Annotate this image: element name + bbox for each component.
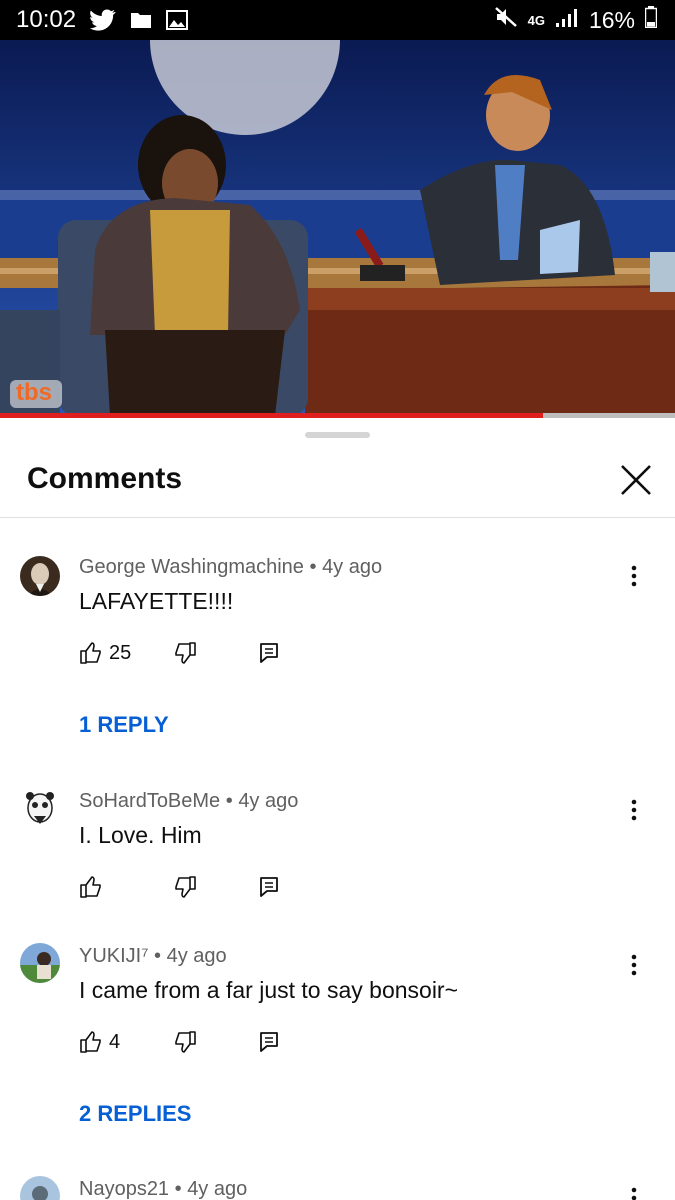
more-options-button[interactable] <box>620 945 648 985</box>
like-count: 4 <box>109 1030 121 1053</box>
more-vert-icon <box>631 565 637 587</box>
comment-author[interactable]: Nayops21 <box>79 1178 169 1200</box>
comment-author[interactable]: SoHardToBeMe <box>79 790 220 812</box>
status-bar: 10:02 4G 16% <box>0 0 675 40</box>
close-icon <box>621 465 651 495</box>
channel-logo-text: tbs <box>16 379 52 406</box>
thumbs-down-icon <box>175 876 196 898</box>
comments-sheet: Comments George Washingmachine • 4y ago … <box>0 418 675 1200</box>
meta-separator: • <box>174 1178 188 1200</box>
comment-age: 4y ago <box>187 1178 248 1200</box>
thumbs-down-icon <box>175 1031 196 1053</box>
video-frame <box>0 40 675 416</box>
video-player[interactable]: tbs <box>0 40 675 416</box>
meta-separator: • <box>154 945 167 967</box>
reply-button[interactable] <box>259 1031 279 1053</box>
dislike-button[interactable] <box>173 1030 259 1054</box>
avatar[interactable] <box>20 788 60 828</box>
dislike-button[interactable] <box>173 875 259 899</box>
reply-button[interactable] <box>259 876 279 898</box>
comment-author[interactable]: YUKIJI⁷ <box>79 945 148 967</box>
more-options-button[interactable] <box>620 1178 648 1200</box>
mute-icon <box>494 6 518 34</box>
drag-handle[interactable] <box>305 432 370 438</box>
comment-text: LAFAYETTE!!!! <box>79 588 234 614</box>
like-button[interactable]: 25 <box>79 641 173 665</box>
comments-header: Comments <box>0 448 675 518</box>
twitter-icon <box>90 9 116 31</box>
comment-author[interactable]: George Washingmachine <box>79 556 304 578</box>
avatar[interactable] <box>20 1176 60 1200</box>
view-replies-button[interactable]: 2 REPLIES <box>79 1101 191 1127</box>
avatar[interactable] <box>20 556 60 596</box>
meta-separator: • <box>309 556 323 578</box>
status-time: 10:02 <box>16 6 77 33</box>
comment-age: 4y ago <box>166 945 227 967</box>
thumbs-up-icon <box>80 642 101 664</box>
like-button[interactable]: 4 <box>79 1030 173 1054</box>
comment-actions: 4 <box>79 1027 279 1057</box>
like-button[interactable] <box>79 875 173 899</box>
more-options-button[interactable] <box>620 790 648 830</box>
reply-icon <box>260 1032 278 1052</box>
close-button[interactable] <box>614 458 658 502</box>
view-replies-button[interactable]: 1 REPLY <box>79 712 169 738</box>
thumbs-down-icon <box>175 642 196 664</box>
avatar[interactable] <box>20 943 60 983</box>
comment-text: I came from a far just to say bonsoir~ <box>79 977 459 1003</box>
more-vert-icon <box>631 1187 637 1200</box>
comment-meta: Nayops21 • 4y ago <box>79 1178 247 1200</box>
battery-icon <box>644 6 658 34</box>
signal-icon <box>555 7 579 34</box>
reply-icon <box>260 877 278 897</box>
comment-age: 4y ago <box>238 790 299 812</box>
more-options-button[interactable] <box>620 556 648 596</box>
comment-meta: George Washingmachine • 4y ago <box>79 556 382 579</box>
comments-title: Comments <box>27 462 183 495</box>
more-vert-icon <box>631 954 637 976</box>
comment-actions: 25 <box>79 638 279 668</box>
dislike-button[interactable] <box>173 641 259 665</box>
comment-meta: SoHardToBeMe • 4y ago <box>79 790 298 813</box>
comment-meta: YUKIJI⁷ • 4y ago <box>79 945 227 968</box>
battery-percent: 16% <box>588 6 635 33</box>
folder-icon <box>130 11 152 29</box>
reply-button[interactable] <box>259 642 279 664</box>
like-count: 25 <box>109 641 132 664</box>
gallery-icon <box>166 10 189 30</box>
comment-actions <box>79 872 279 902</box>
comment-age: 4y ago <box>322 556 383 578</box>
comment-text: I. Love. Him <box>79 822 202 848</box>
thumbs-up-icon <box>80 1031 101 1053</box>
thumbs-up-icon <box>80 876 101 898</box>
network-label: 4G <box>527 12 545 28</box>
more-vert-icon <box>631 799 637 821</box>
reply-icon <box>260 643 278 663</box>
meta-separator: • <box>225 790 239 812</box>
